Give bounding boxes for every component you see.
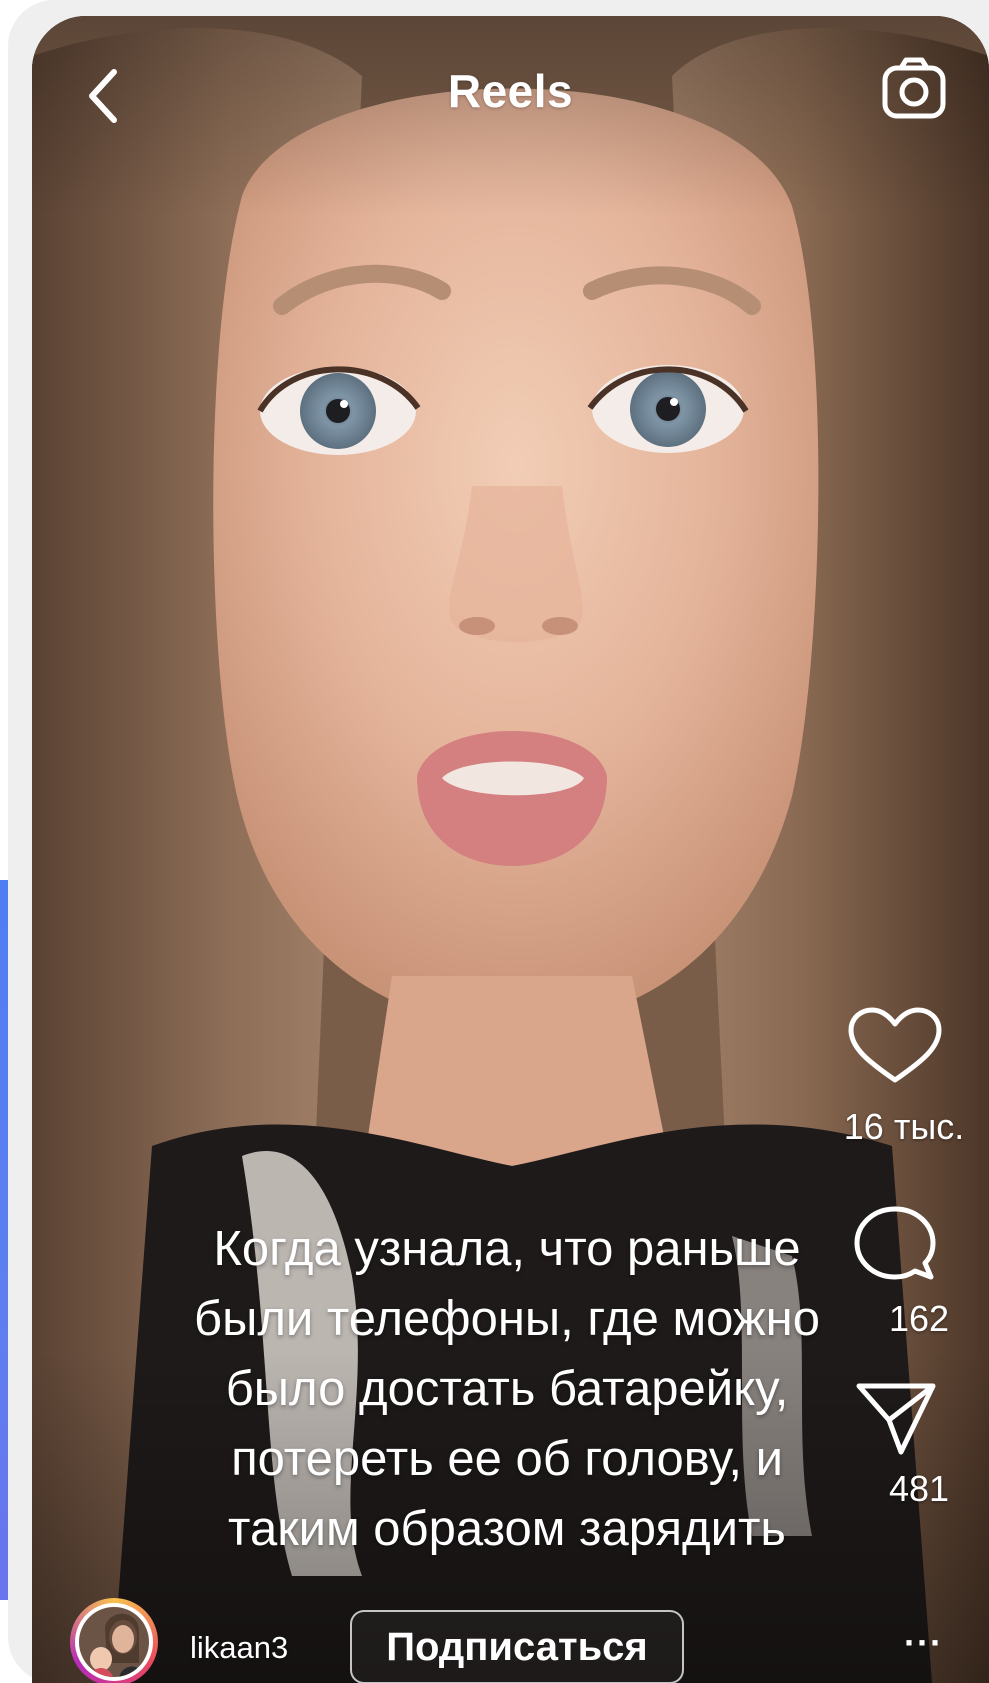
username[interactable]: likaan3: [190, 1630, 288, 1666]
caption-line: таким образом зарядить: [228, 1502, 786, 1556]
reel-caption: Когда узнала, что раньше были телефоны, …: [92, 1214, 922, 1564]
caption-line: было достать батарейку,: [225, 1362, 789, 1416]
caption-line: Когда узнала, что раньше: [213, 1222, 801, 1276]
author-row: likaan3 Подписаться ···: [32, 1588, 989, 1683]
likes-count: 16 тыс.: [843, 1106, 965, 1147]
caption-line: потереть ее об голову, и: [231, 1432, 783, 1486]
caption-line: были телефоны, где можно: [194, 1292, 820, 1346]
follow-button[interactable]: Подписаться: [350, 1610, 684, 1683]
like-button[interactable]: [809, 1006, 989, 1096]
heart-icon: [848, 1007, 942, 1083]
more-options-button[interactable]: ···: [904, 1622, 943, 1664]
reel-viewer[interactable]: Reels 16 тыс. 162 481 Когда узнала, что …: [32, 16, 989, 1683]
avatar[interactable]: [70, 1598, 158, 1683]
avatar-photo: [79, 1607, 149, 1677]
